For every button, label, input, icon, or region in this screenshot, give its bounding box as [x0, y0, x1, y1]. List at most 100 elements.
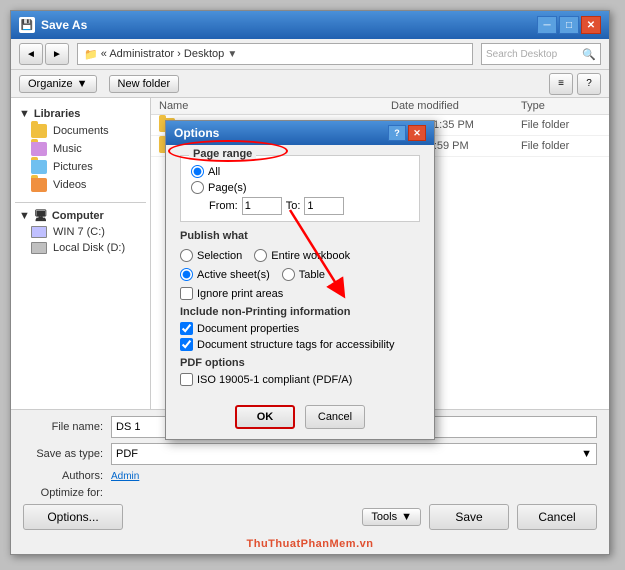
dialog-footer: OK Cancel — [166, 399, 434, 439]
ignore-print-areas-row: Ignore print areas — [180, 287, 420, 300]
options-label: Options... — [47, 510, 98, 524]
dialog-help-button[interactable]: ? — [388, 125, 406, 141]
dialog-ok-button[interactable]: OK — [235, 405, 295, 429]
save-as-type-value: PDF — [116, 448, 138, 460]
win7c-icon — [31, 226, 47, 238]
authors-row: Authors: Admin — [23, 470, 597, 482]
libraries-header[interactable]: ▼ Libraries — [15, 106, 146, 122]
optimize-row: Optimize for: — [23, 487, 597, 499]
file-name-label: File name: — [23, 421, 103, 433]
selection-radio[interactable] — [180, 249, 193, 262]
toolbar: ◄ ► 📁 « Administrator › Desktop ▼ Search… — [11, 39, 609, 70]
save-label: Save — [455, 510, 482, 524]
music-label: Music — [53, 143, 82, 155]
back-button[interactable]: ◄ — [19, 43, 43, 65]
file-list-header: Name Date modified Type — [151, 98, 609, 115]
col-date-header[interactable]: Date modified — [391, 100, 521, 112]
col-type-header[interactable]: Type — [521, 100, 601, 112]
active-sheets-radio[interactable] — [180, 268, 193, 281]
pages-radio[interactable] — [191, 181, 204, 194]
all-radio-row: All — [191, 165, 409, 178]
entire-workbook-radio[interactable] — [254, 249, 267, 262]
forward-button[interactable]: ► — [45, 43, 69, 65]
organize-label: Organize — [28, 78, 73, 90]
selection-radio-row: Selection — [180, 249, 242, 262]
view-icons: ≡ ? — [549, 73, 601, 95]
iso-checkbox[interactable] — [180, 373, 193, 386]
libraries-chevron: ▼ — [19, 108, 30, 120]
table-radio-row: Table — [282, 268, 325, 281]
dialog-close-button[interactable]: ✕ — [408, 125, 426, 141]
address-bar[interactable]: 📁 « Administrator › Desktop ▼ — [77, 43, 473, 65]
dropdown-chevron: ▼ — [581, 448, 592, 460]
non-printing-title: Include non-Printing information — [180, 306, 420, 318]
title-controls: ─ □ ✕ — [537, 16, 601, 34]
publish-what-title: Publish what — [180, 230, 420, 242]
title-bar-left: 💾 Save As — [19, 17, 87, 33]
cancel-button[interactable]: Cancel — [517, 504, 597, 530]
nav-buttons: ◄ ► — [19, 43, 69, 65]
minimize-button[interactable]: ─ — [537, 16, 557, 34]
active-sheets-label: Active sheet(s) — [197, 269, 270, 281]
save-button[interactable]: Save — [429, 504, 509, 530]
optimize-label: Optimize for: — [23, 487, 103, 499]
doc-properties-label: Document properties — [197, 323, 299, 335]
authors-value[interactable]: Admin — [111, 471, 139, 482]
videos-folder-icon — [31, 178, 47, 192]
dialog-title: Options — [174, 126, 219, 140]
help-icon[interactable]: ? — [577, 73, 601, 95]
active-sheets-radio-row: Active sheet(s) — [180, 268, 270, 281]
locald-icon — [31, 242, 47, 254]
sidebar-item-music[interactable]: Music — [15, 140, 146, 158]
address-path: « Administrator › Desktop — [101, 48, 225, 60]
save-type-row: Save as type: PDF ▼ — [23, 443, 597, 465]
pages-label: Page(s) — [208, 182, 247, 194]
sidebar-item-videos[interactable]: Videos — [15, 176, 146, 194]
from-input[interactable] — [242, 197, 282, 215]
sidebar-item-locald[interactable]: Local Disk (D:) — [15, 240, 146, 256]
new-folder-button[interactable]: New folder — [109, 75, 180, 93]
libraries-label: Libraries — [34, 108, 80, 120]
iso-row: ISO 19005-1 compliant (PDF/A) — [180, 373, 420, 386]
all-label: All — [208, 166, 220, 178]
computer-icon: 🖥 — [34, 209, 48, 222]
ok-label: OK — [257, 411, 274, 423]
computer-chevron: ▼ — [19, 210, 30, 222]
ignore-print-areas-checkbox[interactable] — [180, 287, 193, 300]
pages-radio-row: Page(s) — [191, 181, 409, 194]
sidebar-item-pictures[interactable]: Pictures — [15, 158, 146, 176]
sidebar-item-win7c[interactable]: WIN 7 (C:) — [15, 224, 146, 240]
save-as-type-dropdown[interactable]: PDF ▼ — [111, 443, 597, 465]
doc-structure-checkbox[interactable] — [180, 338, 193, 351]
file-type-1: File folder — [521, 119, 601, 131]
doc-properties-checkbox[interactable] — [180, 322, 193, 335]
dialog-cancel-button[interactable]: Cancel — [305, 405, 365, 429]
doc-structure-row: Document structure tags for accessibilit… — [180, 338, 420, 351]
organize-button[interactable]: Organize ▼ — [19, 75, 97, 93]
doc-properties-row: Document properties — [180, 322, 420, 335]
all-radio[interactable] — [191, 165, 204, 178]
documents-label: Documents — [53, 125, 109, 137]
entire-workbook-radio-row: Entire workbook — [254, 249, 350, 262]
pdf-options-title: PDF options — [180, 357, 420, 369]
libraries-section: ▼ Libraries Documents Music Pictures — [15, 106, 146, 194]
page-range-label: Page range — [189, 148, 256, 160]
maximize-button[interactable]: □ — [559, 16, 579, 34]
computer-header[interactable]: ▼ 🖥 Computer — [15, 207, 146, 224]
view-button[interactable]: ≡ — [549, 73, 573, 95]
col-name-header[interactable]: Name — [159, 100, 391, 112]
close-button[interactable]: ✕ — [581, 16, 601, 34]
dialog-content: Page range All Page(s) From: To: Publish… — [166, 145, 434, 399]
title-bar: 💾 Save As ─ □ ✕ — [11, 11, 609, 39]
search-box[interactable]: Search Desktop 🔍 — [481, 43, 601, 65]
options-button[interactable]: Options... — [23, 504, 123, 530]
to-input[interactable] — [304, 197, 344, 215]
sidebar-item-documents[interactable]: Documents — [15, 122, 146, 140]
tools-chevron: ▼ — [401, 511, 412, 523]
page-range-section: Page range All Page(s) From: To: — [180, 155, 420, 222]
table-label: Table — [299, 269, 325, 281]
tools-button[interactable]: Tools ▼ — [362, 508, 421, 526]
address-chevron: ▼ — [227, 49, 237, 60]
documents-folder-icon — [31, 124, 47, 138]
table-radio[interactable] — [282, 268, 295, 281]
